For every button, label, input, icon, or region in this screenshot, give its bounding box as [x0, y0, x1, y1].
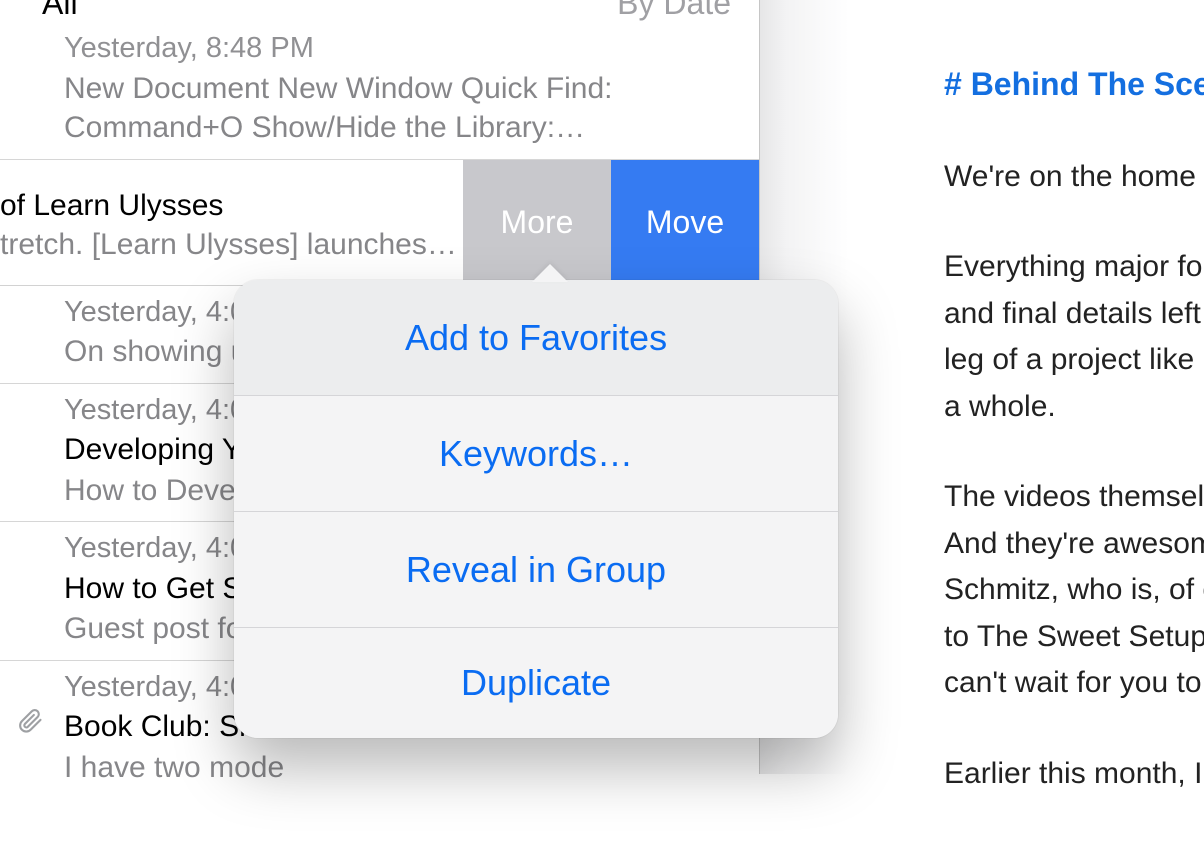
editor-heading: # Behind The Scenes — [944, 60, 1204, 110]
list-item-content: of Learn Ulysses tretch. [Learn Ulysses]… — [0, 160, 465, 285]
sort-order-by-date[interactable]: By Date — [617, 0, 731, 19]
sort-bar: All By Date — [0, 0, 759, 26]
menu-item-add-to-favorites[interactable]: Add to Favorites — [234, 280, 838, 396]
editor-paragraph: The videos themselv And they're awesom S… — [944, 474, 1204, 707]
list-item-title: of Learn Ulysses — [0, 186, 465, 225]
menu-item-reveal-in-group[interactable]: Reveal in Group — [234, 512, 838, 628]
list-item-timestamp: Yesterday, 8:48 PM — [64, 28, 731, 69]
editor-paragraph: We're on the home s — [944, 154, 1204, 201]
menu-item-duplicate[interactable]: Duplicate — [234, 628, 838, 738]
editor-paragraph: Everything major for and final details l… — [944, 244, 1204, 430]
swipe-actions: More Move — [463, 160, 759, 285]
editor-content[interactable]: # Behind The Scenes We're on the home s … — [944, 60, 1204, 841]
menu-item-keywords[interactable]: Keywords… — [234, 396, 838, 512]
list-item-swiped[interactable]: of Learn Ulysses tretch. [Learn Ulysses]… — [0, 160, 759, 286]
list-item-snippet: I have two mode — [64, 748, 731, 789]
list-item-snippet: tretch. [Learn Ulysses] launches in… — [0, 225, 465, 264]
list-item[interactable]: Yesterday, 8:48 PM New Document New Wind… — [0, 26, 759, 160]
list-item-snippet: New Document New Window Quick Find: Comm… — [64, 69, 731, 147]
context-menu-popover: Add to Favorites Keywords… Reveal in Gro… — [234, 280, 838, 738]
move-button[interactable]: Move — [611, 160, 759, 285]
sort-filter-all[interactable]: All — [42, 0, 78, 19]
paperclip-icon — [16, 706, 44, 736]
